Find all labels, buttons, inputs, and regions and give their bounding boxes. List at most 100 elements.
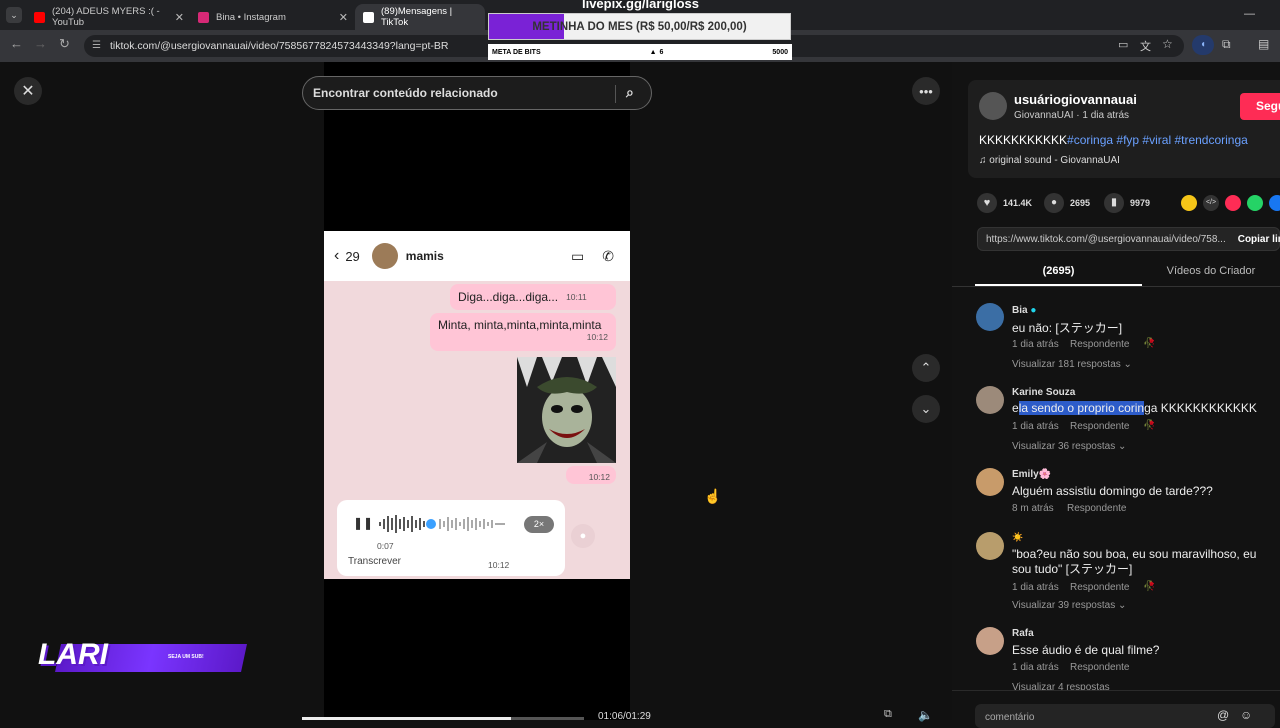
instagram-icon (198, 11, 209, 23)
tiktok-icon (363, 11, 374, 23)
comment-icon: ● (1044, 193, 1064, 213)
like-count: 141.4K (1003, 198, 1033, 208)
close-tab-icon[interactable]: ✕ (339, 11, 348, 24)
translate-icon[interactable]: 文 (1140, 38, 1151, 54)
bits-goal-label: META DE BITS (492, 48, 541, 56)
reply-button[interactable]: Respondente (1070, 662, 1130, 673)
tab-youtube[interactable]: (204) ADEUS MYERS :( - YouTub ✕ (26, 4, 190, 30)
like-comment-icon[interactable]: 🥀 (1143, 338, 1155, 349)
comment-time: 8 m atrás (1012, 503, 1054, 514)
search-input[interactable]: Encontrar conteúdo relacionado ⌕ (302, 76, 652, 110)
avatar[interactable] (976, 532, 1004, 560)
unread-count: 29 (345, 248, 360, 264)
tab-comments[interactable]: (2695) (975, 265, 1142, 277)
pause-icon: ❚❚ (353, 516, 374, 530)
tab-instagram[interactable]: Bina • Instagram ✕ (190, 4, 354, 30)
comment-input[interactable]: comentário @ ☺ (975, 704, 1275, 728)
save-button[interactable]: ▮ 9979 (1104, 193, 1150, 213)
message-time: 10:12 (586, 332, 608, 342)
view-replies-button[interactable]: Visualizar 4 respostas (1012, 682, 1110, 690)
creator-avatar[interactable] (979, 92, 1007, 120)
like-button[interactable]: ♥ 141.4K (977, 193, 1032, 213)
follow-button[interactable]: Seguir (1240, 93, 1280, 120)
reply-button[interactable]: Respondente (1070, 582, 1130, 593)
avatar[interactable] (976, 468, 1004, 496)
embed-icon[interactable]: </> (1203, 195, 1219, 211)
close-icon[interactable]: ✕ (14, 77, 42, 105)
comment-input-placeholder: comentário (985, 712, 1035, 723)
like-comment-icon[interactable]: 🥀 (1143, 581, 1155, 592)
view-replies-button[interactable]: Visualizar 36 respostas ⌄ (1012, 441, 1126, 452)
comment-author[interactable]: Rafa (1012, 628, 1034, 639)
comment-author[interactable]: Karine Souza (1012, 387, 1075, 398)
comment-button[interactable]: ● 2695 (1044, 193, 1090, 213)
forward-icon[interactable]: → (34, 36, 47, 51)
view-replies-button[interactable]: Visualizar 39 respostas ⌄ (1012, 600, 1126, 611)
avatar[interactable] (976, 627, 1004, 655)
comment-text: "boa?eu não sou boa, eu sou maravilhoso,… (1012, 547, 1257, 576)
copy-link-button[interactable]: Copiar link (1238, 234, 1280, 245)
bookmark-icon: ▮ (1104, 193, 1124, 213)
divider (952, 286, 1280, 287)
cast-icon[interactable]: ▭ (1118, 38, 1128, 51)
sticker-time-bubble: 10:12 (566, 466, 616, 484)
message-text: Diga...diga...diga... (458, 290, 559, 304)
playback-speed-badge: 2× (524, 516, 554, 533)
divider (615, 85, 616, 103)
comment-text-part: e (1012, 401, 1019, 415)
youtube-icon (34, 11, 45, 23)
site-info-icon[interactable]: ☰ (92, 40, 101, 51)
bookmark-star-icon[interactable]: ☆ (1162, 37, 1173, 51)
send-icon[interactable] (1225, 195, 1241, 211)
sound-name: original sound - GiovannaUAI (989, 155, 1120, 166)
tab-title: (89)Mensagens | TikTok (381, 6, 453, 28)
comment-author[interactable]: Emily🌸 (1012, 469, 1051, 480)
search-icon[interactable]: ⌕ (626, 84, 634, 101)
facebook-icon[interactable] (1269, 195, 1280, 211)
creator-username[interactable]: usuáriogiovannauai (1014, 92, 1137, 107)
contact-name: mamis (405, 249, 444, 263)
repost-icon[interactable] (1181, 195, 1197, 211)
miniplayer-icon[interactable]: ⧉ (884, 708, 892, 721)
url-text: tiktok.com/@usergiovannauai/video/758567… (110, 40, 449, 52)
next-video-button[interactable]: ⌄ (912, 395, 940, 423)
back-icon[interactable]: ← (10, 36, 23, 51)
minimize-button[interactable]: — (1244, 8, 1255, 20)
reply-button[interactable]: Respondente (1070, 421, 1130, 432)
avatar[interactable] (976, 303, 1004, 331)
extension-icon[interactable]: ◖ (1192, 35, 1214, 55)
view-replies-button[interactable]: Visualizar 181 respostas ⌄ (1012, 359, 1132, 370)
tab-creator-videos[interactable]: Vídeos do Criador (1142, 265, 1280, 277)
verified-icon: ● (1030, 305, 1037, 316)
sound-line[interactable]: ♫ original sound - GiovannaUAI (979, 155, 1120, 166)
close-tab-icon[interactable]: ✕ (175, 11, 184, 24)
comment-author[interactable]: Bia ● (1012, 305, 1036, 316)
comment-text: ela sendo o proprio coringa KKKKKKKKKKKK (1012, 401, 1257, 415)
tab-list-button[interactable]: ⌄ (6, 7, 22, 23)
reload-icon[interactable]: ↻ (59, 36, 70, 52)
chevron-down-icon: ⌄ (1117, 441, 1127, 452)
previous-video-button[interactable]: ⌃ (912, 354, 940, 382)
like-comment-icon[interactable]: 🥀 (1143, 420, 1155, 431)
side-panel-icon[interactable]: ▤ (1258, 37, 1269, 51)
message-time: 10:11 (566, 292, 587, 302)
caption-hashtags[interactable]: #coringa #fyp #viral #trendcoringa (1067, 133, 1248, 147)
sub-text: SEJA UM SUB! (168, 654, 204, 660)
comment-author[interactable]: ☀️ (1012, 532, 1023, 543)
text-selection: la sendo o proprio corin (1018, 401, 1145, 415)
bits-icon: ▲ (649, 48, 657, 56)
whatsapp-icon[interactable] (1247, 195, 1263, 211)
reply-button[interactable]: Respondente (1067, 503, 1127, 514)
extensions-puzzle-icon[interactable]: ⧉ (1222, 37, 1231, 52)
more-options-icon[interactable]: ••• (912, 77, 940, 105)
music-note-icon: ♫ (979, 155, 990, 166)
tab-tiktok[interactable]: (89)Mensagens | TikTok (355, 4, 485, 30)
bits-current: 6 (659, 48, 664, 56)
reply-button[interactable]: Respondente (1070, 339, 1130, 350)
search-placeholder: Encontrar conteúdo relacionado (313, 86, 498, 100)
save-count: 9979 (1130, 198, 1151, 208)
message-text: Minta, minta,minta,minta,minta (438, 318, 602, 332)
audio-message: ❚❚ 2× 0:07 Transcrever 10:12 (337, 500, 565, 576)
video-link-field[interactable]: https://www.tiktok.com/@usergiovannauai/… (977, 227, 1280, 251)
avatar[interactable] (976, 386, 1004, 414)
